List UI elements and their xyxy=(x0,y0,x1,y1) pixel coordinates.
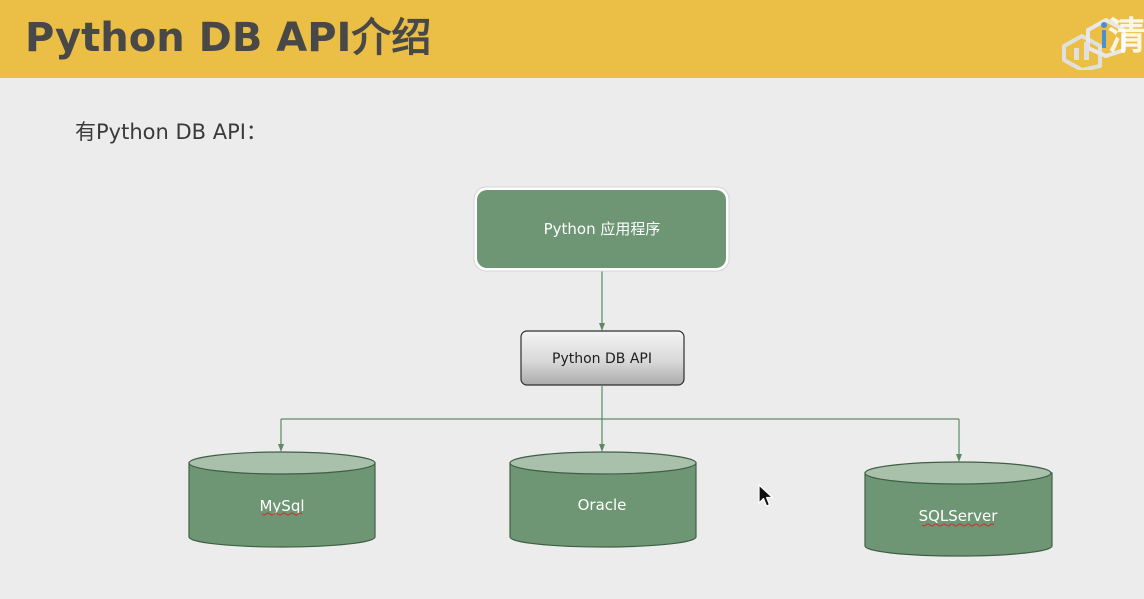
mouse-pointer-icon xyxy=(758,484,774,507)
python-app-label: Python 应用程序 xyxy=(544,220,661,238)
architecture-diagram: Python 应用程序 Python DB API MySql Oracle S… xyxy=(188,186,1053,557)
sqlserver-database: SQLServer xyxy=(864,461,1053,557)
mysql-database: MySql xyxy=(188,451,376,548)
oracle-label: Oracle xyxy=(578,496,627,514)
python-app-node: Python 应用程序 xyxy=(473,186,730,272)
sqlserver-label: SQLServer xyxy=(919,507,999,525)
db-api-node: Python DB API xyxy=(520,330,685,386)
db-api-label: Python DB API xyxy=(552,351,652,367)
mysql-label: MySql xyxy=(259,497,304,515)
oracle-database: Oracle xyxy=(509,451,697,548)
